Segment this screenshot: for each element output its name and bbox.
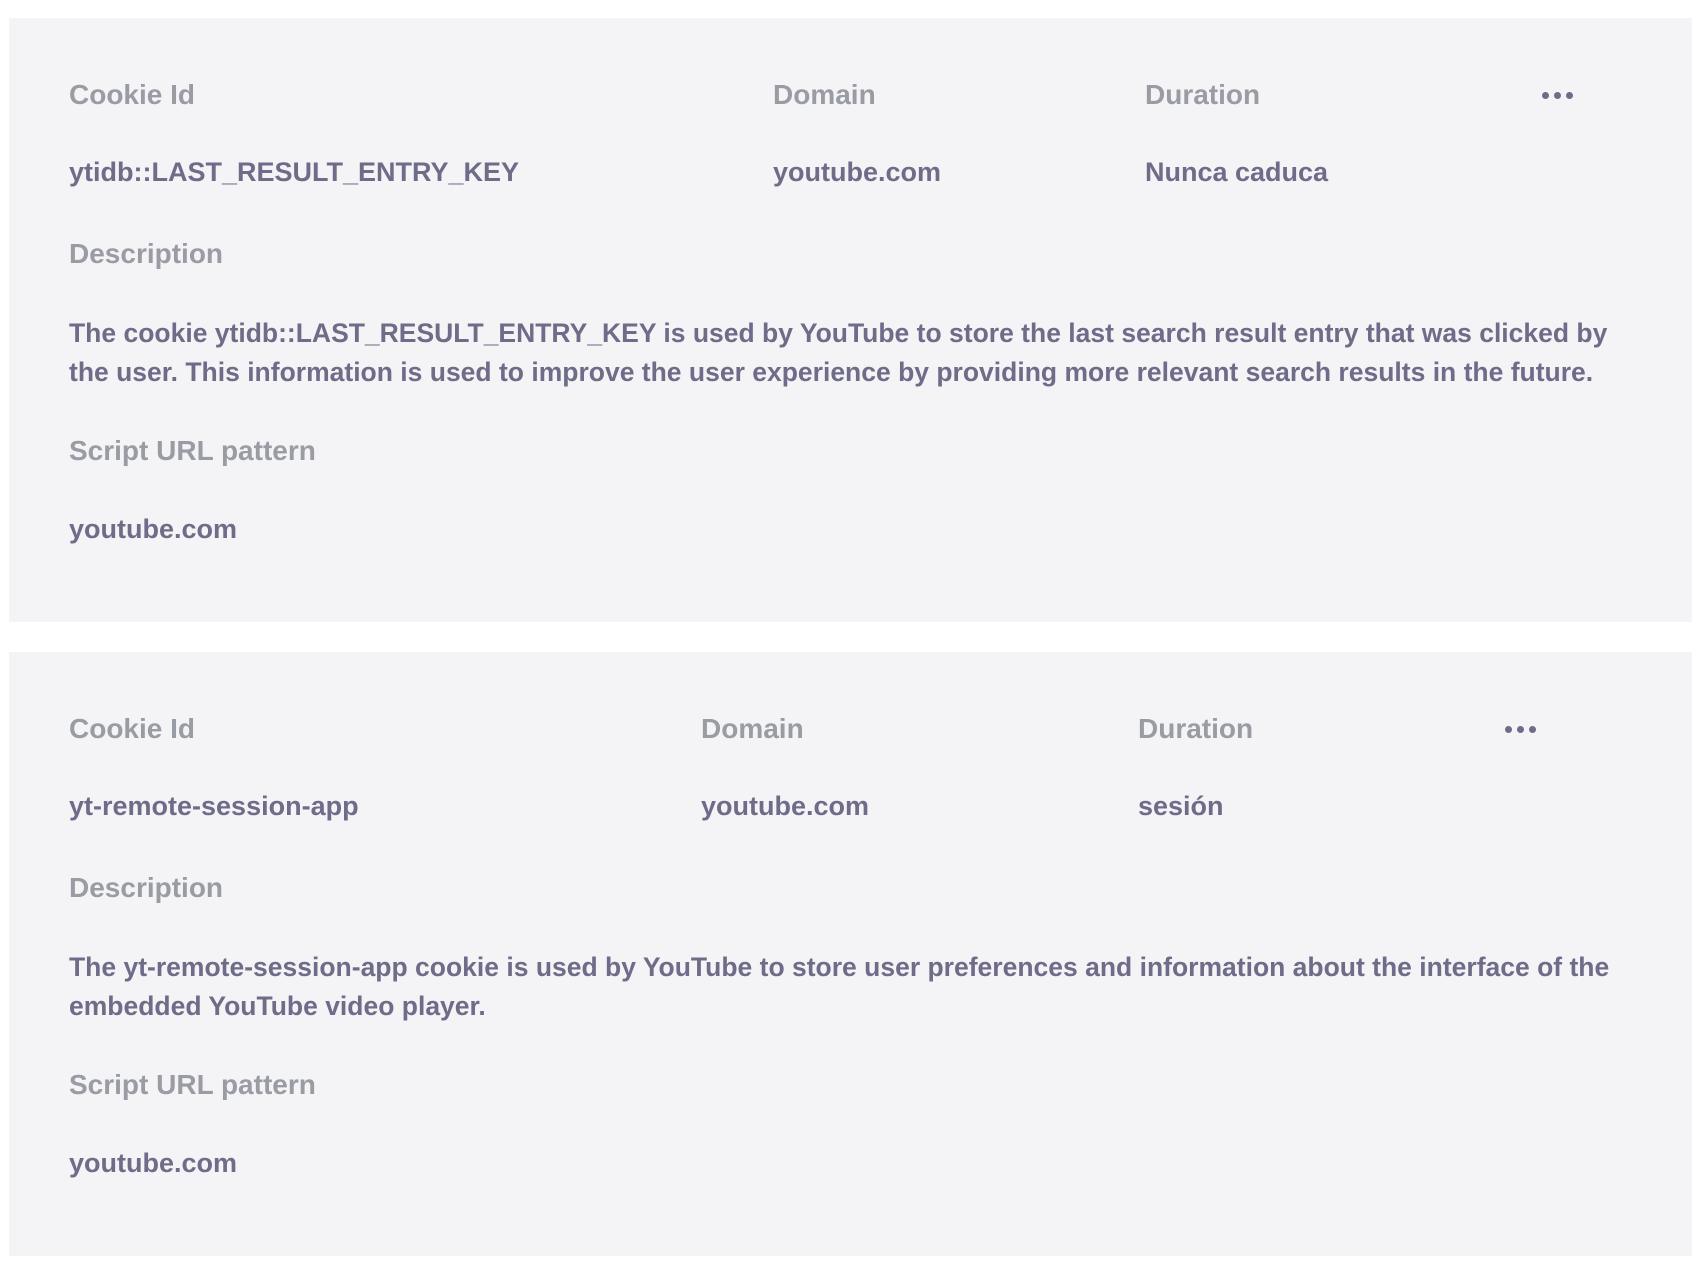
more-horizontal-icon: [1565, 91, 1573, 99]
cookie-id-header: Cookie Id: [69, 713, 196, 744]
duration-header: Duration: [1138, 713, 1254, 744]
cookie-card: Cookie Id Domain Duration yt-remote-sess…: [9, 652, 1692, 1256]
more-horizontal-icon: [1553, 91, 1561, 99]
more-horizontal-icon: [1528, 725, 1536, 733]
script-url-value: youtube.com: [69, 514, 238, 544]
domain-value: youtube.com: [701, 791, 870, 821]
script-url-label: Script URL pattern: [69, 435, 316, 466]
description-label: Description: [69, 872, 224, 903]
cookie-id-value: ytidb::LAST_RESULT_ENTRY_KEY: [69, 157, 520, 187]
duration-value: sesión: [1138, 791, 1224, 821]
domain-header: Domain: [701, 713, 804, 744]
cookie-card: Cookie Id Domain Duration ytidb::LAST_RE…: [9, 18, 1692, 622]
more-horizontal-icon: [1504, 725, 1512, 733]
more-options-button[interactable]: [1498, 714, 1542, 744]
more-horizontal-icon: [1541, 91, 1549, 99]
domain-header: Domain: [773, 79, 876, 110]
domain-value: youtube.com: [773, 157, 942, 187]
script-url-label: Script URL pattern: [69, 1069, 316, 1100]
description-text: The cookie ytidb::LAST_RESULT_ENTRY_KEY …: [69, 318, 1608, 387]
duration-header: Duration: [1145, 79, 1261, 110]
cookie-id-header: Cookie Id: [69, 79, 196, 110]
description-text: The yt-remote-session-app cookie is used…: [69, 952, 1610, 1021]
description-label: Description: [69, 238, 224, 269]
cookie-id-value: yt-remote-session-app: [69, 791, 359, 821]
duration-value: Nunca caduca: [1145, 157, 1329, 187]
more-options-button[interactable]: [1535, 80, 1579, 110]
more-horizontal-icon: [1516, 725, 1524, 733]
script-url-value: youtube.com: [69, 1148, 238, 1178]
